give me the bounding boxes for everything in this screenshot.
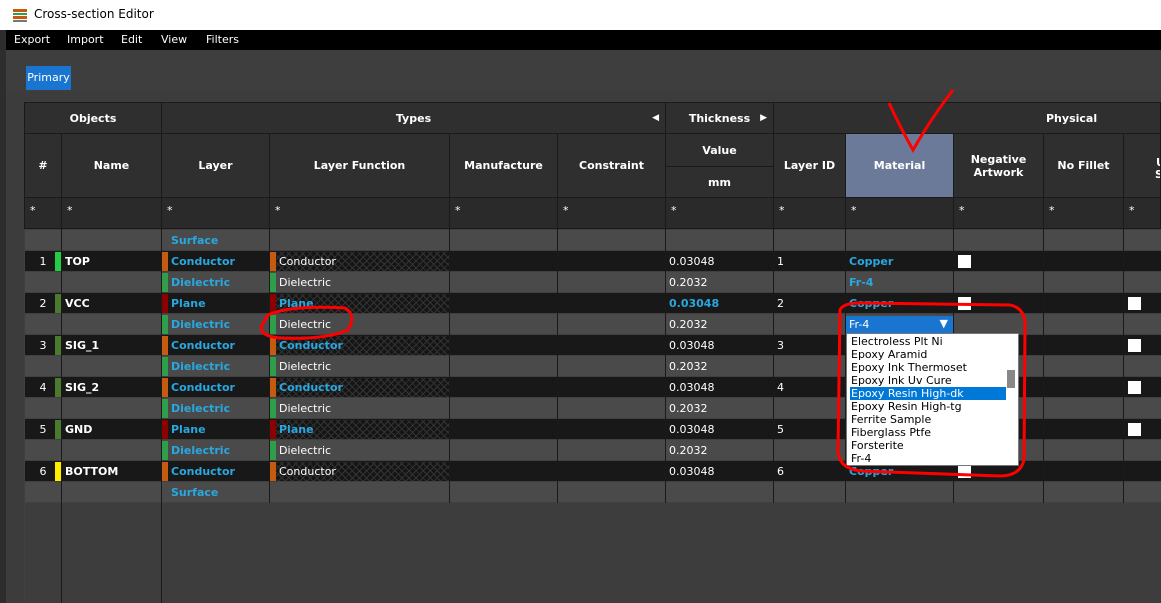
red-checkmark-annotation	[887, 89, 955, 154]
red-circle-annotation-layer-function	[259, 305, 354, 340]
red-rectangle-annotation-dropdown	[836, 301, 1027, 478]
annotation-overlay	[259, 89, 1027, 478]
